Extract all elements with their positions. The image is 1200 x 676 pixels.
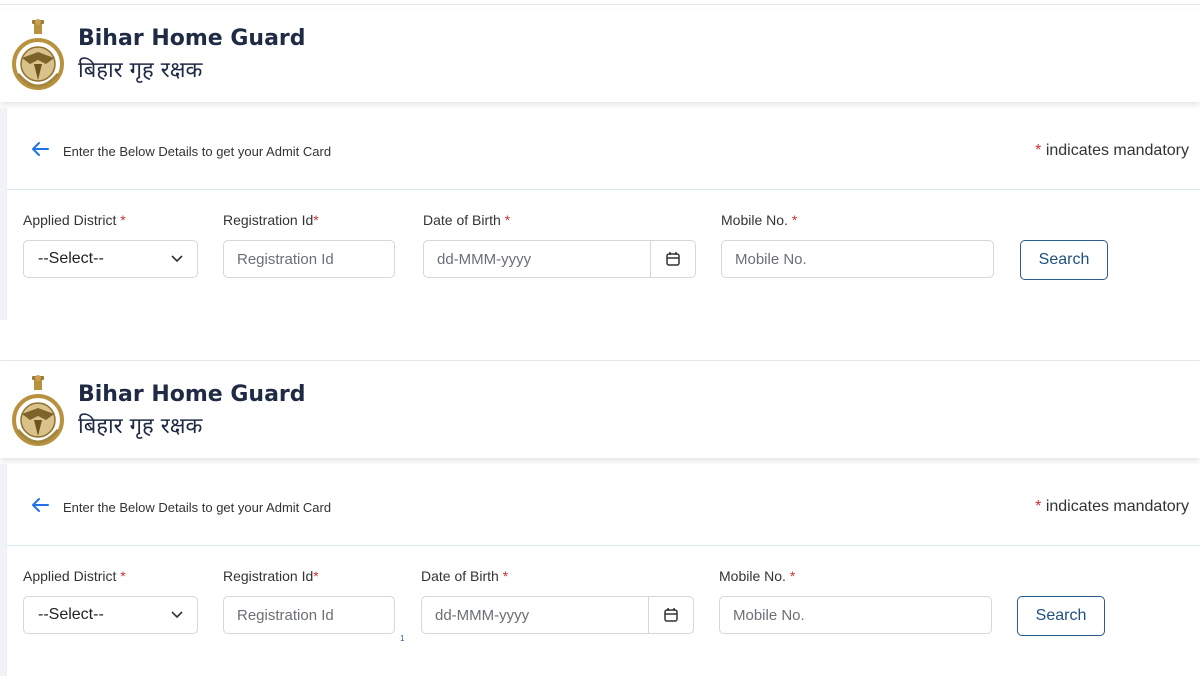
district-select[interactable]: --Select-- [23,596,198,634]
district-label: Applied District * [23,568,126,584]
dob-input[interactable] [424,241,652,277]
required-asterisk: * [502,568,509,584]
search-button[interactable]: Search [1020,240,1108,280]
mobile-field[interactable] [721,240,994,278]
district-selected-value: --Select-- [38,250,104,267]
required-asterisk: * [120,212,126,228]
calendar-divider [648,597,649,633]
dob-input[interactable] [422,597,650,633]
mobile-input[interactable] [722,241,993,277]
registration-id-input[interactable] [224,597,394,633]
mandatory-note: * indicates mandatory [1035,498,1189,516]
admit-card-panel-2: Bihar Home Guard बिहार गृह रक्षक Enter t… [0,356,1200,676]
dob-field[interactable] [423,240,696,278]
admit-card-panel-1: Bihar Home Guard बिहार गृह रक्षक Enter t… [0,0,1200,330]
dob-label-text: Date of Birth [423,212,501,228]
dob-label: Date of Birth * [421,568,508,584]
required-asterisk: * [313,212,319,228]
brand-title-english: Bihar Home Guard [78,382,306,407]
mandatory-asterisk: * [1035,498,1042,515]
required-asterisk: * [120,568,126,584]
mandatory-note-text: indicates mandatory [1045,498,1189,515]
registration-label: Registration Id* [223,568,319,584]
brand-title-hindi: बिहार गृह रक्षक [78,414,203,439]
mobile-label: Mobile No. * [719,568,795,584]
top-divider [0,360,1200,361]
registration-id-field[interactable] [223,596,395,634]
site-header: Bihar Home Guard बिहार गृह रक्षक [0,366,1200,458]
mandatory-asterisk: * [1035,142,1042,159]
brand-title-english: Bihar Home Guard [78,26,306,51]
required-asterisk: * [504,212,511,228]
bihar-home-guard-emblem-icon [12,19,64,90]
district-label-text: Applied District [23,212,117,228]
district-select[interactable]: --Select-- [23,240,198,278]
district-label: Applied District * [23,212,126,228]
admit-card-form: Enter the Below Details to get your Admi… [6,108,1200,320]
admit-card-form: Enter the Below Details to get your Admi… [6,464,1200,676]
form-instruction: Enter the Below Details to get your Admi… [63,144,332,159]
form-instruction: Enter the Below Details to get your Admi… [63,500,332,515]
mobile-label-text: Mobile No. [721,212,788,228]
registration-label-text: Registration Id [223,212,314,228]
mandatory-note-text: indicates mandatory [1045,142,1189,159]
calendar-icon[interactable] [663,607,679,623]
dob-field[interactable] [421,596,694,634]
registration-id-field[interactable] [223,240,395,278]
required-asterisk: * [791,212,798,228]
mandatory-note: * indicates mandatory [1035,142,1189,160]
dob-label: Date of Birth * [423,212,510,228]
arrow-left-icon[interactable] [31,141,49,157]
bihar-home-guard-emblem-icon [12,375,64,446]
district-label-text: Applied District [23,568,117,584]
registration-label-text: Registration Id [223,568,314,584]
dob-label-text: Date of Birth [421,568,499,584]
registration-id-input[interactable] [224,241,394,277]
top-divider [0,4,1200,5]
brand-title-hindi: बिहार गृह रक्षक [78,58,203,83]
required-asterisk: * [313,568,319,584]
arrow-left-icon[interactable] [31,497,49,513]
district-selected-value: --Select-- [38,606,104,623]
mobile-input[interactable] [720,597,991,633]
form-header: Enter the Below Details to get your Admi… [7,464,1200,546]
form-header: Enter the Below Details to get your Admi… [7,108,1200,190]
search-button[interactable]: Search [1017,596,1105,636]
registration-label: Registration Id* [223,212,319,228]
required-asterisk: * [789,568,796,584]
mobile-label: Mobile No. * [721,212,797,228]
calendar-divider [650,241,651,277]
mobile-field[interactable] [719,596,992,634]
chevron-down-icon [171,255,183,263]
site-header: Bihar Home Guard बिहार गृह रक्षक [0,10,1200,102]
calendar-icon[interactable] [665,251,681,267]
chevron-down-icon [171,611,183,619]
stray-mark: 1 [400,634,405,643]
mobile-label-text: Mobile No. [719,568,786,584]
